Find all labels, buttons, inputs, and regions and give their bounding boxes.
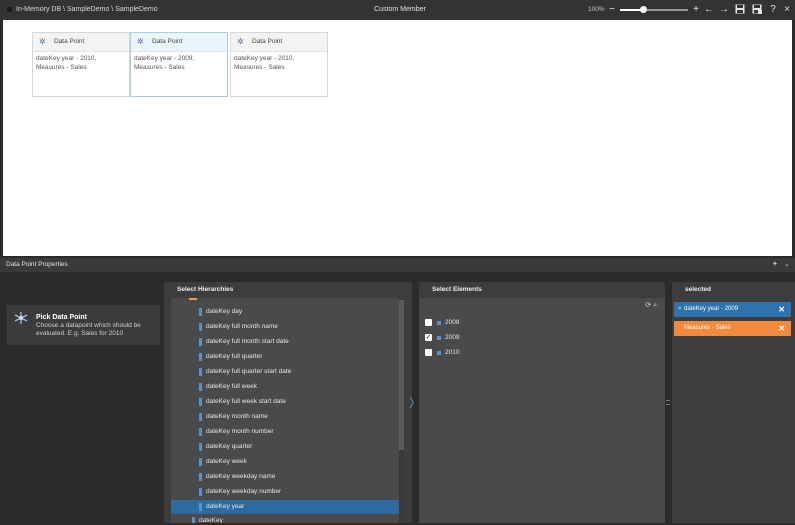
remove-icon[interactable]: ✕ bbox=[778, 321, 785, 336]
data-point-icon bbox=[13, 310, 29, 326]
zoom-level: 100% bbox=[588, 6, 605, 13]
scrollbar[interactable] bbox=[399, 298, 404, 523]
checkbox[interactable] bbox=[425, 349, 432, 356]
list-item[interactable]: dateKey day bbox=[171, 305, 400, 319]
list-item[interactable]: dateKey full month start date bbox=[171, 335, 400, 349]
card-text: dateKey year - 2010, Measures - Sales bbox=[36, 55, 97, 71]
hierarchy-list[interactable]: dateKey day dateKey full month name date… bbox=[171, 298, 404, 523]
title-bar: In-Memory DB \ SampleDemo \ SampleDemo C… bbox=[0, 0, 795, 20]
close-icon[interactable]: × bbox=[781, 4, 793, 16]
element-list[interactable]: ⟳ ⌕ 2008 ✓ 2009 2010 bbox=[419, 298, 665, 523]
hierarchy-icon bbox=[199, 503, 202, 511]
hierarchy-icon bbox=[199, 353, 202, 361]
chevron-down-icon[interactable]: ⌄ bbox=[784, 260, 790, 268]
remove-icon[interactable]: ✕ bbox=[778, 302, 785, 317]
properties-title: Data Point Properties bbox=[6, 261, 68, 268]
list-item[interactable]: dateKey weekday name bbox=[171, 470, 400, 484]
scrollbar-thumb[interactable] bbox=[399, 300, 404, 450]
save-as-icon[interactable] bbox=[751, 4, 763, 16]
pick-description: Choose a datapoint which should be evalu… bbox=[36, 322, 141, 337]
member-icon: × bbox=[678, 306, 682, 312]
splitter-handle[interactable] bbox=[666, 400, 670, 405]
zoom-in-icon[interactable]: + bbox=[690, 4, 702, 16]
help-icon[interactable]: ? bbox=[767, 4, 779, 16]
data-point-icon: ✲ bbox=[237, 37, 244, 46]
checkbox[interactable] bbox=[425, 319, 432, 326]
selected-chip[interactable]: × dateKey year - 2009 ✕ bbox=[674, 302, 791, 317]
pick-title: Pick Data Point bbox=[36, 314, 87, 321]
list-item[interactable]: dateKey quarter bbox=[171, 440, 400, 454]
folder-icon bbox=[189, 298, 197, 300]
member-icon bbox=[437, 351, 441, 355]
hierarchy-icon bbox=[199, 338, 202, 346]
list-item[interactable]: dateKey full week start date bbox=[171, 395, 400, 409]
hierarchy-icon bbox=[199, 473, 202, 481]
left-panel: Pick Data Point Choose a datapoint which… bbox=[0, 272, 163, 525]
hierarchy-icon bbox=[199, 398, 202, 406]
save-icon[interactable] bbox=[734, 4, 746, 16]
properties-header: Data Point Properties ✦ ⌄ bbox=[0, 258, 795, 272]
member-icon bbox=[437, 336, 441, 340]
select-elements-panel: Select Elements ⟳ ⌕ 2008 ✓ 2009 2010 bbox=[419, 282, 665, 523]
card-header: ✲ Data Point bbox=[231, 33, 327, 52]
zoom-slider-knob[interactable] bbox=[640, 6, 648, 13]
panel-title: Select Hierarchies bbox=[164, 282, 412, 298]
data-point-icon: ✲ bbox=[137, 37, 144, 46]
list-item[interactable]: dateKey bbox=[171, 514, 400, 523]
panel-title: Select Elements bbox=[419, 282, 665, 298]
pin-icon[interactable]: ✦ bbox=[772, 260, 778, 268]
selected-panel: selected × dateKey year - 2009 ✕ Measures … bbox=[672, 282, 795, 523]
data-point-card-selected[interactable]: ✲ Data Point dateKey year - 2009, Measure… bbox=[130, 32, 228, 97]
list-tools: ⟳ ⌕ bbox=[645, 301, 657, 310]
card-header: ✲ Data Point bbox=[33, 33, 129, 52]
checkbox-checked[interactable]: ✓ bbox=[425, 334, 432, 341]
panel-title: selected bbox=[672, 282, 795, 298]
hierarchy-icon bbox=[199, 368, 202, 376]
hierarchy-icon bbox=[192, 517, 195, 523]
list-item[interactable]: dateKey month number bbox=[171, 425, 400, 439]
member-icon bbox=[437, 321, 441, 325]
list-item[interactable]: dateKey month name bbox=[171, 410, 400, 424]
hierarchy-icon bbox=[199, 443, 202, 451]
data-point-card[interactable]: ✲ Data Point dateKey year - 2010, Measure… bbox=[230, 32, 328, 97]
hierarchy-icon bbox=[199, 488, 202, 496]
list-item[interactable]: dateKey full month name bbox=[171, 320, 400, 334]
select-hierarchies-panel: Select Hierarchies dateKey day dateKey f… bbox=[164, 282, 412, 523]
card-text: dateKey year - 2009, Measures - Sales bbox=[134, 55, 195, 71]
zoom-out-icon[interactable]: − bbox=[606, 4, 618, 16]
pick-data-point-step[interactable]: Pick Data Point Choose a datapoint which… bbox=[7, 305, 160, 345]
selected-chip[interactable]: Measures - Sales ✕ bbox=[674, 321, 791, 336]
data-point-card[interactable]: ✲ Data Point dateKey year - 2010, Measure… bbox=[32, 32, 130, 97]
search-icon[interactable]: ⌕ bbox=[653, 302, 657, 309]
page-title: Custom Member bbox=[374, 6, 426, 13]
card-text: dateKey year - 2010, Measures - Sales bbox=[234, 55, 295, 71]
redo-icon[interactable]: → bbox=[718, 4, 730, 16]
list-item[interactable]: dateKey full quarter bbox=[171, 350, 400, 364]
hierarchy-icon bbox=[199, 323, 202, 331]
list-item[interactable]: dateKey full week bbox=[171, 380, 400, 394]
list-item[interactable]: dateKey week bbox=[171, 455, 400, 469]
list-item[interactable]: dateKey weekday number bbox=[171, 485, 400, 499]
hierarchy-icon bbox=[199, 383, 202, 391]
list-item-partial bbox=[171, 298, 400, 304]
undo-icon[interactable]: ← bbox=[703, 4, 715, 16]
breadcrumb: In-Memory DB \ SampleDemo \ SampleDemo bbox=[7, 0, 158, 20]
card-header: ✲ Data Point bbox=[131, 33, 227, 52]
list-item[interactable]: dateKey full quarter start date bbox=[171, 365, 400, 379]
refresh-icon[interactable]: ⟳ bbox=[645, 302, 651, 309]
hierarchy-icon bbox=[199, 428, 202, 436]
hierarchy-icon bbox=[199, 308, 202, 316]
hierarchy-icon bbox=[199, 413, 202, 421]
hierarchy-icon bbox=[199, 458, 202, 466]
list-item-selected[interactable]: dateKey year bbox=[171, 500, 400, 514]
app-icon bbox=[7, 6, 12, 12]
zoom-slider[interactable] bbox=[620, 6, 688, 13]
data-point-icon: ✲ bbox=[39, 37, 46, 46]
